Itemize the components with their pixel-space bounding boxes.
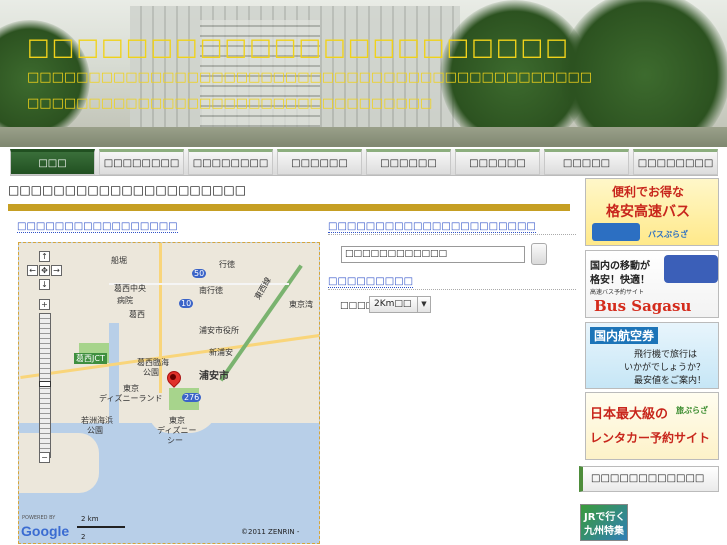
ad-text: 格安高速バス — [606, 204, 690, 220]
map-land — [19, 433, 99, 493]
map[interactable]: 船堀 行徳 葛西中央 病院 南行徳 東西線 東京湾 葛西 浦安市役所 新浦安 浦… — [18, 242, 320, 544]
search-input[interactable]: □□□□□□□□□□□□ — [341, 246, 525, 263]
dotted-divider — [328, 234, 576, 235]
map-label: 浦安市役所 — [199, 326, 239, 335]
ad-banner-bus[interactable]: 便利でお得な 格安高速バス バスぷらざ — [585, 178, 719, 246]
bus-icon — [664, 255, 718, 283]
map-label: 南行徳 — [199, 286, 223, 295]
map-label: 公園 — [143, 368, 159, 377]
map-scale-bar — [77, 526, 125, 528]
map-label: 276 — [182, 393, 202, 402]
dotted-divider — [328, 289, 576, 290]
google-logo[interactable]: Google — [21, 523, 69, 539]
map-label: 葛西JCT — [74, 353, 107, 364]
ad-text: 便利でお得な — [612, 185, 685, 199]
ad-text: JRで行く — [584, 512, 626, 523]
nav-item[interactable]: □□□□□ — [544, 149, 629, 175]
map-label: 浦安市 — [199, 371, 229, 382]
ad-text: 日本最大級の — [590, 407, 669, 422]
map-label: 行徳 — [219, 260, 235, 269]
map-label: シー — [167, 436, 183, 445]
pan-right-icon[interactable]: → — [51, 265, 62, 276]
ad-brand: Bus Sagasu — [594, 297, 692, 315]
ad-text: 九州特集 — [584, 526, 624, 537]
map-label: ディズニーランド — [99, 394, 163, 403]
site-description: □□□□□□□□□□□□□□□□□□□□□□□□□□□□□□□□□ — [27, 96, 433, 111]
map-marker-dot — [170, 374, 176, 380]
map-label: 葛西 — [129, 310, 145, 319]
pan-up-icon[interactable]: ↑ — [39, 251, 50, 262]
ad-text: 国内航空券 — [590, 327, 659, 344]
ad-text: レンタカー予約サイト — [590, 431, 711, 445]
ad-banner-rental-car[interactable]: 日本最大級の 旅ぷらざ レンタカー予約サイト — [585, 392, 719, 460]
map-label: 船堀 — [111, 256, 127, 265]
map-label: 10 — [179, 299, 194, 308]
radius-heading-link[interactable]: □□□□□□□□□ — [328, 276, 414, 288]
map-label: 東京湾 — [289, 300, 313, 309]
pan-center-icon[interactable]: ✥ — [39, 265, 50, 276]
ad-text: 最安値をご案内！ — [634, 376, 707, 386]
chevron-down-icon[interactable]: ▼ — [417, 297, 430, 312]
map-copyright: ©2011 ZENRIN - — [241, 528, 300, 536]
map-scale-label: 2 — [81, 533, 86, 541]
pan-down-icon[interactable]: ↓ — [39, 279, 50, 290]
zoom-out-icon[interactable]: − — [39, 452, 50, 463]
site-description: □□□□□□□□□□□□□□□□□□□□□□□□□□□□□□□□□□□□□□□□… — [27, 70, 593, 85]
ad-text: 旅ぷらざ — [676, 406, 708, 415]
nav-item[interactable]: □□□□□□□□ — [99, 149, 184, 175]
map-land — [19, 323, 109, 423]
ad-text: いかがでしょうか？ — [624, 363, 706, 373]
site-header: □□□□□□□□□□□□□□□□□□□□□□ □□□□□□□□□□□□□□□□□… — [0, 0, 727, 147]
bus-icon — [592, 223, 640, 241]
map-label: 50 — [192, 269, 207, 278]
search-heading-link[interactable]: □□□□□□□□□□□□□□□□□□□□□□ — [328, 221, 536, 233]
ad-banner-flights[interactable]: 国内航空券 飛行機で旅行は いかがでしょうか？ 最安値をご案内！ — [585, 322, 719, 389]
map-label: 公園 — [87, 426, 103, 435]
search-button[interactable] — [531, 243, 547, 265]
map-road — [159, 243, 162, 393]
nav-item[interactable]: □□□□□□ — [455, 149, 540, 175]
title-underline-bar — [8, 204, 570, 211]
ad-banner-jr-kyushu[interactable]: JRで行く 九州特集 — [580, 504, 628, 541]
page-title: □□□□□□□□□□□□□□□□□□□□□ — [8, 183, 247, 197]
ad-text: 格安！快適！ — [590, 275, 650, 286]
nav-item[interactable]: □□□□□□ — [366, 149, 451, 175]
pan-left-icon[interactable]: ← — [27, 265, 38, 276]
map-label: 葛西中央 — [114, 284, 146, 293]
map-label: 病院 — [117, 296, 133, 305]
site-title[interactable]: □□□□□□□□□□□□□□□□□□□□□□ — [27, 33, 570, 61]
map-scale-label: 2 km — [81, 515, 99, 523]
map-label: 新浦安 — [209, 348, 233, 357]
ad-text: 国内の移動が — [590, 261, 650, 272]
nav-item[interactable]: □□□□□□ — [277, 149, 362, 175]
zoom-slider-thumb[interactable] — [39, 381, 51, 387]
ad-text: バスぷらざ — [648, 230, 688, 239]
header-ground — [0, 127, 727, 147]
ad-banner-bus-sagasu[interactable]: 国内の移動が 格安！快適！ 高速バス予約サイト Bus Sagasu — [585, 250, 719, 318]
powered-by-text: POWERED BY — [22, 515, 56, 521]
ad-text: 高速バス予約サイト — [590, 289, 645, 296]
sidebar-section-heading[interactable]: □□□□□□□□□□□□ — [579, 466, 719, 492]
nav-item[interactable]: □□□□□□□□ — [188, 149, 273, 175]
main-navigation: □□□ □□□□□□□□ □□□□□□□□ □□□□□□ □□□□□□ □□□□… — [10, 149, 718, 176]
map-heading-link[interactable]: □□□□□□□□□□□□□□□□□ — [17, 221, 178, 233]
nav-item[interactable]: □□□□□□□□ — [633, 149, 718, 175]
zoom-in-icon[interactable]: + — [39, 299, 50, 310]
nav-item-home[interactable]: □□□ — [10, 149, 95, 175]
ad-text: 飛行機で旅行は — [634, 350, 698, 360]
